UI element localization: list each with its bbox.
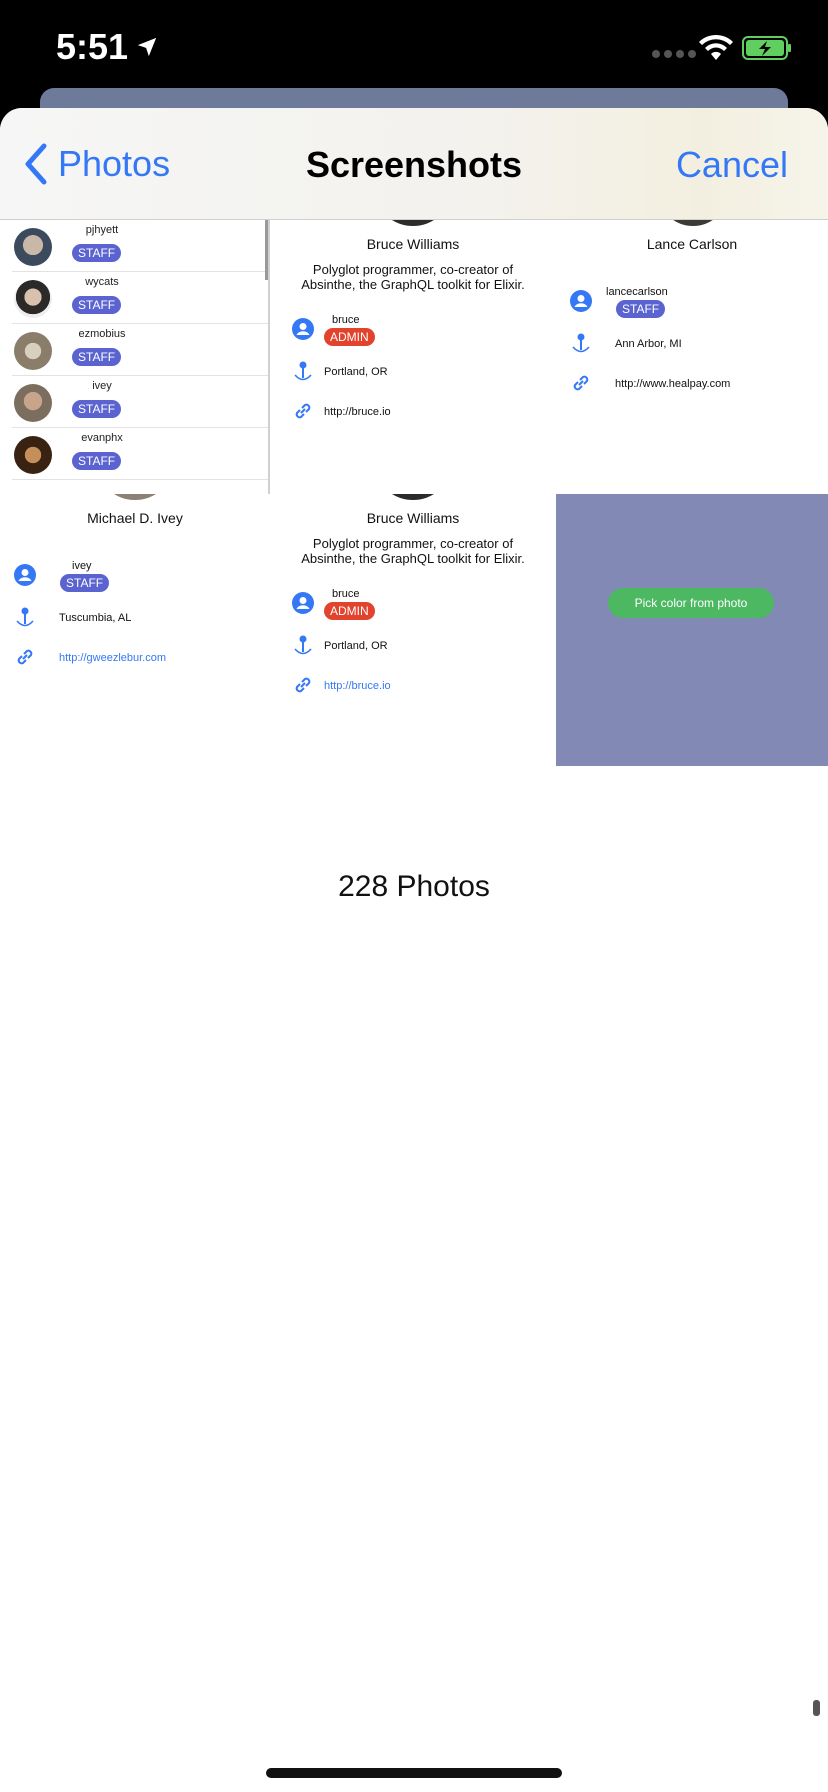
avatar — [14, 384, 52, 422]
staff-badge: STAFF — [72, 244, 122, 262]
user-name: ezmobius — [78, 328, 126, 340]
home-indicator[interactable] — [266, 1768, 562, 1778]
avatar — [378, 494, 448, 500]
avatar — [660, 220, 726, 226]
location-pin-icon — [572, 333, 590, 353]
battery-charging-icon — [742, 36, 791, 60]
status-bar: 5:51 — [0, 0, 828, 100]
profile-location: Ann Arbor, MI — [615, 338, 682, 350]
user-icon — [292, 318, 314, 340]
profile-location: Tuscumbia, AL — [59, 612, 132, 624]
photo-thumbnail-michael-profile[interactable]: Michael D. Ivey ivey STAFF Tuscumbia, AL… — [0, 494, 270, 768]
status-time: 5:51 — [56, 26, 158, 68]
link-icon — [295, 677, 311, 693]
photo-grid: pjhyett STAFF wycats STAFF ezmobius STAF… — [0, 220, 828, 768]
link-icon — [17, 649, 33, 665]
user-icon — [292, 592, 314, 614]
list-item: ezmobius STAFF — [12, 324, 268, 376]
link-icon — [573, 375, 589, 391]
avatar — [14, 436, 52, 474]
navigation-bar: Photos Screenshots Cancel — [0, 108, 828, 220]
photo-thumbnail-color-picker[interactable]: Pick color from photo — [556, 494, 828, 766]
admin-badge: ADMIN — [324, 602, 375, 620]
location-pin-icon — [294, 635, 312, 655]
profile-url: http://gweezlebur.com — [59, 652, 167, 664]
user-icon — [570, 290, 592, 312]
location-arrow-icon — [137, 37, 157, 57]
location-pin-icon — [294, 361, 312, 381]
scrollbar[interactable] — [813, 1700, 820, 1716]
staff-badge: STAFF — [616, 300, 666, 318]
profile-name: Michael D. Ivey — [87, 510, 183, 526]
list-item: pjhyett STAFF — [12, 220, 268, 272]
avatar — [14, 332, 52, 370]
link-icon — [295, 403, 311, 419]
user-name: ivey — [92, 380, 112, 392]
photo-count: 228 Photos — [338, 870, 490, 903]
user-name: wycats — [85, 276, 119, 288]
list-item: evanphx STAFF — [12, 428, 268, 480]
photo-thumbnail-lance-profile[interactable]: Lance Carlson lancecarlson STAFF Ann Arb… — [556, 220, 828, 494]
staff-badge: STAFF — [72, 348, 122, 366]
list-item: wycats STAFF — [12, 272, 268, 324]
profile-url: http://www.healpay.com — [615, 378, 731, 390]
staff-badge: STAFF — [72, 296, 122, 314]
user-icon — [14, 564, 36, 586]
profile-location: Portland, OR — [324, 640, 388, 652]
time-text: 5:51 — [56, 26, 129, 67]
staff-badge: STAFF — [72, 452, 122, 470]
cellular-signal-icon — [652, 50, 696, 58]
profile-username: bruce — [332, 314, 360, 326]
profile-url: http://bruce.io — [324, 680, 391, 692]
cancel-button[interactable]: Cancel — [676, 144, 788, 186]
location-pin-icon — [16, 607, 34, 627]
photo-thumbnail-bruce-profile[interactable]: Bruce Williams Polyglot programmer, co-c… — [270, 220, 556, 494]
scrollbar — [265, 220, 268, 280]
staff-badge: STAFF — [72, 400, 122, 418]
profile-bio: Polyglot programmer, co-creator of Absin… — [301, 262, 525, 292]
wifi-icon — [699, 34, 733, 60]
photo-picker-sheet: Photos Screenshots Cancel pjhyett STAFF … — [0, 108, 828, 1792]
profile-name: Lance Carlson — [646, 236, 738, 252]
user-name: pjhyett — [85, 224, 119, 236]
staff-badge: STAFF — [60, 574, 110, 592]
profile-name: Bruce Williams — [366, 236, 460, 252]
avatar — [14, 280, 52, 318]
avatar — [14, 228, 52, 266]
photo-thumbnail-user-list[interactable]: pjhyett STAFF wycats STAFF ezmobius STAF… — [0, 220, 270, 494]
profile-name: Bruce Williams — [366, 510, 460, 526]
profile-location: Portland, OR — [324, 366, 388, 378]
profile-url: http://bruce.io — [324, 406, 391, 418]
admin-badge: ADMIN — [324, 328, 375, 346]
photo-thumbnail-bruce-profile[interactable]: Bruce Williams Polyglot programmer, co-c… — [270, 494, 556, 768]
avatar — [378, 220, 448, 226]
pick-color-button: Pick color from photo — [608, 588, 774, 618]
profile-username: ivey — [72, 560, 92, 572]
profile-bio: Polyglot programmer, co-creator of Absin… — [301, 536, 525, 566]
list-item: ivey STAFF — [12, 376, 268, 428]
profile-username: lancecarlson — [606, 286, 668, 298]
avatar — [100, 494, 170, 500]
user-name: evanphx — [81, 432, 123, 444]
profile-username: bruce — [332, 588, 360, 600]
